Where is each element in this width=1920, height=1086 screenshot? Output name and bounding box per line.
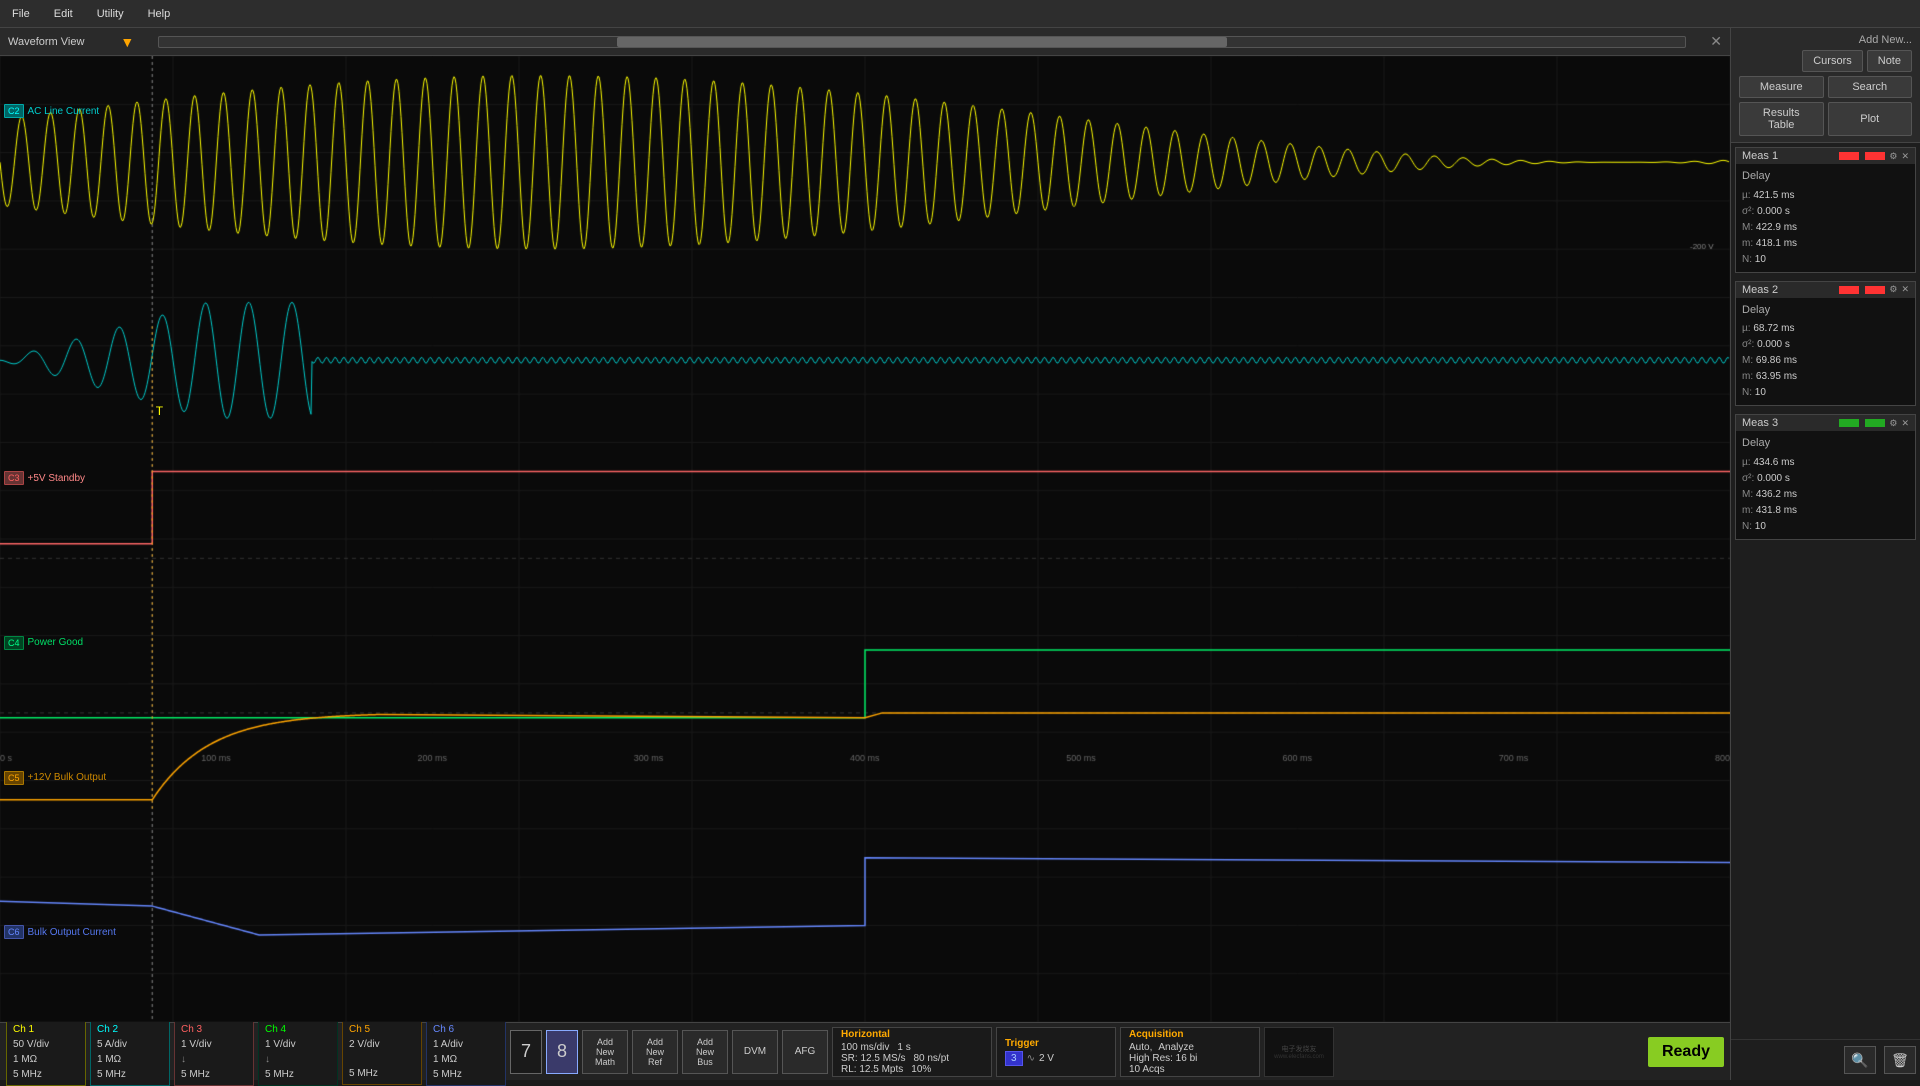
trigger-section[interactable]: Trigger 3 ∿ 2 V: [996, 1027, 1116, 1077]
meas3-settings-icon[interactable]: ⚙: [1889, 418, 1897, 429]
ready-button[interactable]: Ready: [1648, 1037, 1724, 1067]
search-button[interactable]: Search: [1828, 76, 1913, 98]
delete-icon[interactable]: 🗑: [1884, 1046, 1916, 1074]
meas2-body: Delay µ: 68.72 ms σ²: 0.000 s M: 69.86 m…: [1736, 298, 1915, 406]
meas2-block: Meas 2 ⚙ ✕ Delay µ: 68.72 ms σ²: 0.000 s…: [1735, 281, 1916, 407]
meas3-color2: [1865, 419, 1885, 427]
menu-edit[interactable]: Edit: [42, 4, 85, 24]
meas1-header: Meas 1 ⚙ ✕: [1736, 148, 1915, 164]
waveform-display[interactable]: C2 AC Line Current C3 +5V Standby C4 Pow…: [0, 56, 1730, 1022]
meas2-color1: [1839, 286, 1859, 294]
meas3-color1: [1839, 419, 1859, 427]
meas2-title: Meas 2: [1742, 284, 1835, 296]
meas2-settings-icon[interactable]: ⚙: [1889, 284, 1897, 295]
trigger-marker: T: [156, 404, 163, 418]
meas2-header: Meas 2 ⚙ ✕: [1736, 282, 1915, 298]
menu-bar: File Edit Utility Help: [0, 0, 1920, 28]
menu-help[interactable]: Help: [136, 4, 183, 24]
horizontal-section[interactable]: Horizontal 100 ms/div 1 s SR: 12.5 MS/s …: [832, 1027, 992, 1077]
add-new-label: Add New...: [1735, 32, 1916, 48]
ch6-label: C6 Bulk Output Current: [4, 925, 116, 939]
results-table-button[interactable]: Results Table: [1739, 102, 1824, 136]
close-waveform-icon[interactable]: ✕: [1710, 33, 1722, 50]
ch1-info[interactable]: Ch 1 50 V/div 1 MΩ 5 MHz: [6, 1018, 86, 1086]
waveform-canvas: [0, 56, 1730, 1022]
measure-button[interactable]: Measure: [1739, 76, 1824, 98]
meas1-title: Meas 1: [1742, 150, 1835, 162]
meas3-block: Meas 3 ⚙ ✕ Delay µ: 434.6 ms σ²: 0.000 s…: [1735, 414, 1916, 540]
meas1-color1: [1839, 152, 1859, 160]
meas1-body: Delay µ: 421.5 ms σ²: 0.000 s M: 422.9 m…: [1736, 164, 1915, 272]
meas3-body: Delay µ: 434.6 ms σ²: 0.000 s M: 436.2 m…: [1736, 431, 1915, 539]
add-new-math-button[interactable]: Add New Math: [582, 1030, 628, 1074]
main-layout: Waveform View ▼ ✕ C2 AC Line Current C3 …: [0, 28, 1920, 1080]
ch6-info[interactable]: Ch 6 1 A/div 1 MΩ 5 MHz: [426, 1018, 506, 1086]
note-button[interactable]: Note: [1867, 50, 1912, 72]
meas2-color2: [1865, 286, 1885, 294]
ch5-info[interactable]: Ch 5 2 V/div 5 MHz: [342, 1018, 422, 1085]
cursors-button[interactable]: Cursors: [1802, 50, 1863, 72]
right-panel: Add New... Cursors Note Measure Search R…: [1730, 28, 1920, 1080]
ch5-label: C5 +12V Bulk Output: [4, 771, 106, 785]
measurements-section: Meas 1 ⚙ ✕ Delay µ: 421.5 ms σ²: 0.000 s…: [1731, 143, 1920, 1039]
dvm-button[interactable]: DVM: [732, 1030, 778, 1074]
menu-utility[interactable]: Utility: [85, 4, 136, 24]
meas3-close-icon[interactable]: ✕: [1901, 418, 1909, 429]
waveform-titlebar: Waveform View ▼ ✕: [0, 28, 1730, 56]
ch2-info[interactable]: Ch 2 5 A/div 1 MΩ 5 MHz: [90, 1018, 170, 1086]
meas3-header: Meas 3 ⚙ ✕: [1736, 415, 1915, 431]
meas1-color2: [1865, 152, 1885, 160]
waveform-title: Waveform View: [8, 36, 84, 48]
ch2-label: C2 AC Line Current: [4, 104, 99, 118]
bottom-bar: Ch 1 50 V/div 1 MΩ 5 MHz Ch 2 5 A/div 1 …: [0, 1022, 1730, 1080]
logo-watermark: 电子发烧友 www.elecfans.com: [1264, 1027, 1334, 1077]
meas1-block: Meas 1 ⚙ ✕ Delay µ: 421.5 ms σ²: 0.000 s…: [1735, 147, 1916, 273]
menu-file[interactable]: File: [0, 4, 42, 24]
acquisition-section[interactable]: Acquisition Auto, Analyze High Res: 16 b…: [1120, 1027, 1260, 1077]
afg-button[interactable]: AFG: [782, 1030, 828, 1074]
meas1-settings-icon[interactable]: ⚙: [1889, 151, 1897, 162]
meas1-close-icon[interactable]: ✕: [1901, 151, 1909, 162]
meas3-title: Meas 3: [1742, 417, 1835, 429]
right-panel-bottom: 🔍 🗑: [1731, 1039, 1920, 1080]
meas2-close-icon[interactable]: ✕: [1901, 284, 1909, 295]
add-new-ref-button[interactable]: Add New Ref: [632, 1030, 678, 1074]
add-new-bus-button[interactable]: Add New Bus: [682, 1030, 728, 1074]
waveform-area: Waveform View ▼ ✕ C2 AC Line Current C3 …: [0, 28, 1730, 1080]
number-8-button[interactable]: 8: [546, 1030, 578, 1074]
ch3-label: C3 +5V Standby: [4, 471, 85, 485]
add-new-section: Add New... Cursors Note Measure Search R…: [1731, 28, 1920, 143]
ch3-info[interactable]: Ch 3 1 V/div ↓ 5 MHz: [174, 1018, 254, 1086]
waveform-scrollbar[interactable]: [158, 36, 1686, 48]
zoom-in-icon[interactable]: 🔍: [1844, 1046, 1876, 1074]
number-7-button[interactable]: 7: [510, 1030, 542, 1074]
plot-button[interactable]: Plot: [1828, 102, 1913, 136]
ch4-info[interactable]: Ch 4 1 V/div ↓ 5 MHz: [258, 1018, 338, 1086]
ch4-label: C4 Power Good: [4, 636, 83, 650]
